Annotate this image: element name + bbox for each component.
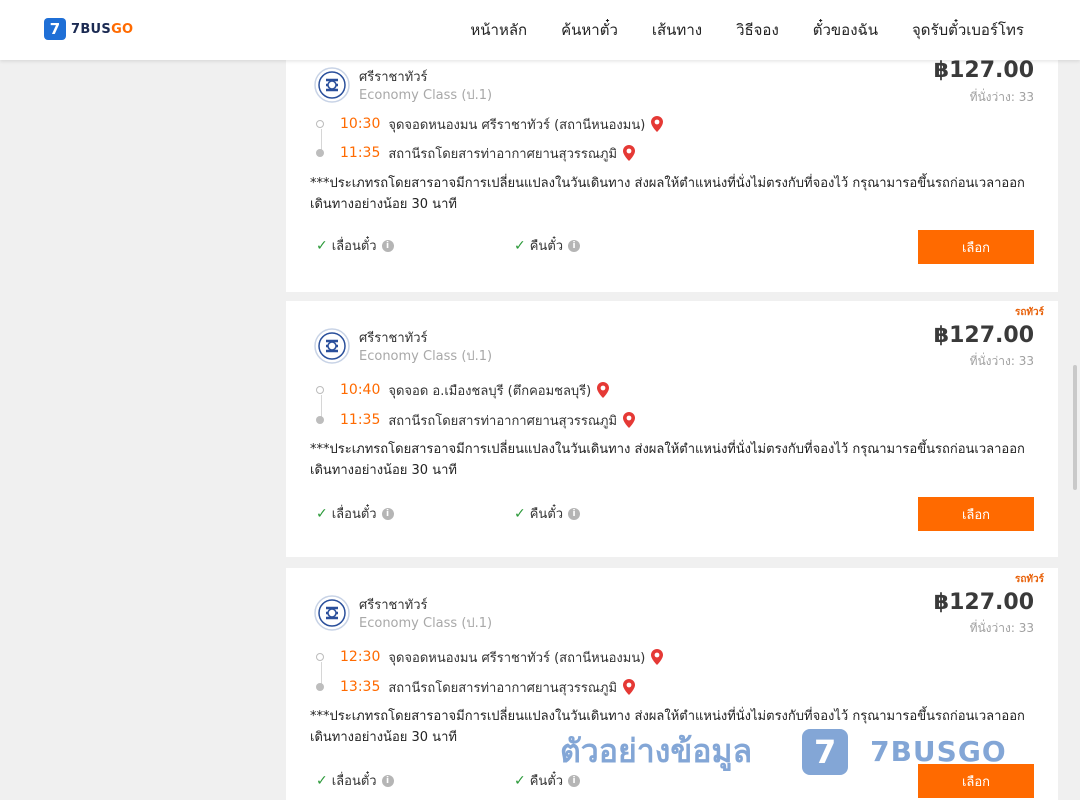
departure-place: จุดจอดหนองมน ศรีราชาทัวร์ (สถานีหนองมน) — [388, 650, 646, 666]
arrival-dot — [316, 149, 324, 157]
check-icon: ✓ — [514, 772, 526, 789]
info-icon[interactable]: i — [568, 239, 581, 252]
info-icon[interactable]: i — [568, 507, 581, 520]
logo-badge: 7 — [44, 18, 66, 40]
trip-note: ***ประเภทรถโดยสารอาจมีการเปลี่ยนแปลงในวั… — [310, 176, 1025, 212]
departure-stop: 10:30 จุดจอดหนองมน ศรีราชาทัวร์ (สถานีหน… — [316, 114, 664, 134]
nav-my-tickets[interactable]: ตั๋วของฉัน — [813, 18, 878, 42]
nav-how-to-book[interactable]: วิธีจอง — [736, 18, 779, 42]
nav-search-tickets[interactable]: ค้นหาตั๋ว — [561, 18, 618, 42]
reschedule-label: เลื่อนตั๋ว — [331, 507, 377, 522]
arrival-place: สถานีรถโดยสารท่าอากาศยานสุวรรณภูมิ — [388, 680, 618, 696]
map-pin-icon[interactable] — [651, 116, 664, 132]
arrival-stop: 11:35 สถานีรถโดยสารท่าอากาศยานสุวรรณภูมิ — [316, 410, 636, 430]
departure-dot — [316, 386, 324, 394]
departure-place: จุดจอดหนองมน ศรีราชาทัวร์ (สถานีหนองมน) — [388, 117, 646, 133]
check-icon: ✓ — [316, 237, 328, 254]
departure-dot — [316, 120, 324, 128]
map-pin-icon[interactable] — [597, 382, 610, 398]
refund-label: คืนตั๋ว — [529, 507, 564, 522]
departure-stop: 12:30 จุดจอดหนองมน ศรีราชาทัวร์ (สถานีหน… — [316, 647, 664, 667]
reschedule-label: เลื่อนตั๋ว — [331, 774, 377, 789]
operator-logo-icon — [314, 328, 350, 364]
nav-home[interactable]: หน้าหลัก — [470, 18, 527, 42]
departure-time: 10:40 — [340, 382, 381, 398]
logo-wordmark: 7BUSGO — [71, 21, 134, 37]
arrival-stop: 13:35 สถานีรถโดยสารท่าอากาศยานสุวรรณภูมิ — [316, 677, 636, 697]
departure-place: จุดจอด อ.เมืองชลบุรี (ตึกคอมชลบุรี) — [388, 383, 592, 399]
watermark-brand: 7BUSGO — [870, 735, 1007, 768]
bus-type-tag: รถทัวร์ — [1014, 574, 1044, 585]
main-nav: หน้าหลัก ค้นหาตั๋ว เส้นทาง วิธีจอง ตั๋วข… — [436, 0, 1024, 60]
nav-ticket-pickup-contacts[interactable]: จุดรับตั๋วเบอร์โทร — [912, 18, 1024, 42]
seats-available: ที่นั่งว่าง: 33 — [969, 354, 1034, 368]
refund-feature: ✓ คืนตั๋ว i — [514, 503, 581, 524]
bus-class: Economy Class (ป.1) — [359, 349, 493, 364]
arrival-dot — [316, 683, 324, 691]
watermark-logo-badge: 7 — [802, 728, 849, 775]
map-pin-icon[interactable] — [623, 145, 636, 161]
departure-stop: 10:40 จุดจอด อ.เมืองชลบุรี (ตึกคอมชลบุรี… — [316, 380, 610, 400]
site-logo[interactable]: 7 7BUSGO — [44, 18, 133, 40]
info-icon[interactable]: i — [381, 774, 394, 787]
check-icon: ✓ — [514, 505, 526, 522]
operator-logo-icon — [314, 67, 350, 103]
map-pin-icon[interactable] — [623, 679, 636, 695]
departure-time: 12:30 — [340, 649, 381, 665]
seats-available: ที่นั่งว่าง: 33 — [969, 90, 1034, 104]
arrival-time: 11:35 — [340, 145, 381, 161]
arrival-place: สถานีรถโดยสารท่าอากาศยานสุวรรณภูมิ — [388, 146, 618, 162]
refund-feature: ✓ คืนตั๋ว i — [514, 235, 581, 256]
arrival-dot — [316, 416, 324, 424]
ticket-price: ฿127.00 — [933, 590, 1034, 615]
check-icon: ✓ — [316, 772, 328, 789]
watermark-text: ตัวอย่างข้อมูล — [560, 732, 753, 770]
ticket-price: ฿127.00 — [933, 323, 1034, 348]
operator-logo-icon — [314, 595, 350, 631]
nav-routes[interactable]: เส้นทาง — [652, 18, 702, 42]
arrival-time: 11:35 — [340, 412, 381, 428]
check-icon: ✓ — [316, 505, 328, 522]
select-trip-button[interactable]: เลือก — [918, 497, 1034, 531]
trip-note: ***ประเภทรถโดยสารอาจมีการเปลี่ยนแปลงในวั… — [310, 442, 1025, 478]
map-pin-icon[interactable] — [651, 649, 664, 665]
arrival-time: 13:35 — [340, 679, 381, 695]
reschedule-feature: ✓ เลื่อนตั๋ว i — [316, 235, 394, 256]
page-scrollbar-thumb[interactable] — [1073, 365, 1077, 490]
reschedule-label: เลื่อนตั๋ว — [331, 239, 377, 254]
arrival-stop: 11:35 สถานีรถโดยสารท่าอากาศยานสุวรรณภูมิ — [316, 143, 636, 163]
map-pin-icon[interactable] — [623, 412, 636, 428]
select-trip-button[interactable]: เลือก — [918, 230, 1034, 264]
arrival-place: สถานีรถโดยสารท่าอากาศยานสุวรรณภูมิ — [388, 413, 618, 429]
info-icon[interactable]: i — [381, 239, 394, 252]
bus-type-tag: รถทัวร์ — [1014, 307, 1044, 318]
refund-label: คืนตั๋ว — [529, 239, 564, 254]
reschedule-feature: ✓ เลื่อนตั๋ว i — [316, 770, 394, 791]
ticket-price: ฿127.00 — [933, 58, 1034, 83]
departure-dot — [316, 653, 324, 661]
departure-time: 10:30 — [340, 116, 381, 132]
refund-label: คืนตั๋ว — [529, 774, 564, 789]
seats-available: ที่นั่งว่าง: 33 — [969, 621, 1034, 635]
sample-watermark: ตัวอย่างข้อมูล 7 7BUSGO — [560, 726, 1007, 777]
bus-class: Economy Class (ป.1) — [359, 88, 493, 103]
bus-class: Economy Class (ป.1) — [359, 616, 493, 631]
check-icon: ✓ — [514, 237, 526, 254]
reschedule-feature: ✓ เลื่อนตั๋ว i — [316, 503, 394, 524]
site-header: 7 7BUSGO หน้าหลัก ค้นหาตั๋ว เส้นทาง วิธี… — [0, 0, 1080, 60]
trip-card: รถทัวร์ ศรีราชาทัวร์ Economy Class (ป.1)… — [286, 301, 1058, 557]
trip-card: ศรีราชาทัวร์ Economy Class (ป.1) ฿127.00… — [286, 40, 1058, 292]
info-icon[interactable]: i — [381, 507, 394, 520]
